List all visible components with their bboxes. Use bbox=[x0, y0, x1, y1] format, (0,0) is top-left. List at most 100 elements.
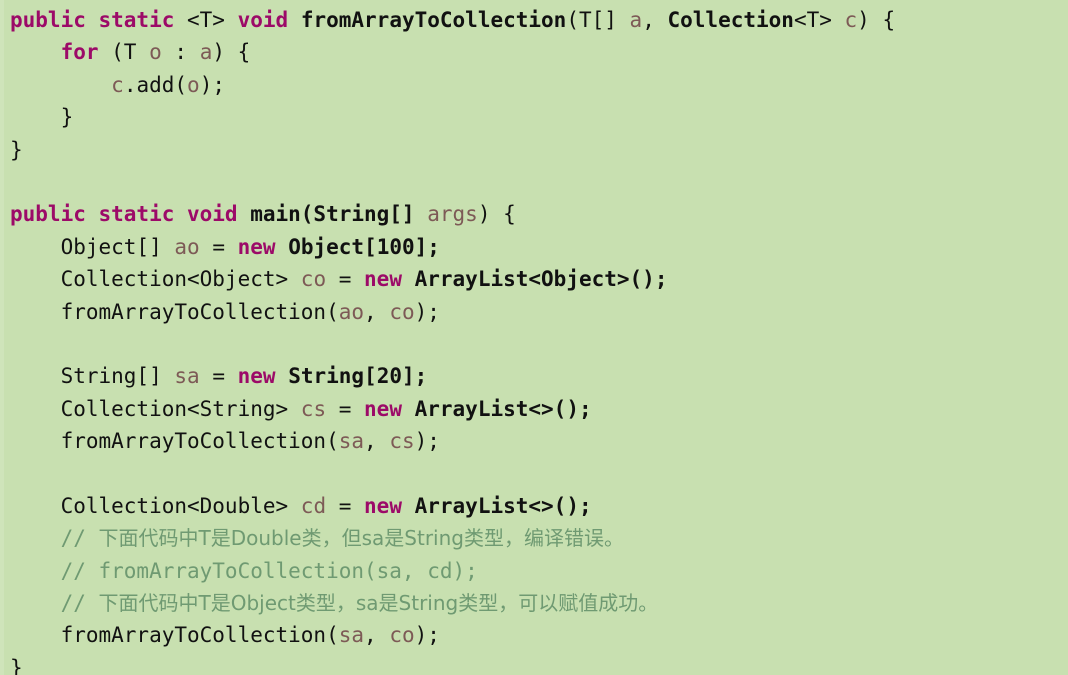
code-token: } bbox=[10, 137, 23, 162]
code-token: ao bbox=[338, 299, 365, 324]
code-line: c.add(o); bbox=[0, 69, 1068, 101]
code-token: co bbox=[389, 623, 415, 648]
code-line: fromArrayToCollection(sa, co); bbox=[0, 619, 1068, 651]
code-token: = bbox=[199, 364, 238, 389]
code-token: ArrayList<>(); bbox=[414, 396, 592, 421]
code-token: , bbox=[364, 429, 390, 454]
code-token: ); bbox=[414, 623, 440, 648]
code-token: o bbox=[149, 40, 162, 65]
code-token: // bbox=[10, 591, 99, 616]
code-line: Object[] ao = new Object[100]; bbox=[0, 231, 1068, 263]
code-token: } bbox=[10, 655, 23, 675]
code-snippet-block: public static <T> void fromArrayToCollec… bbox=[0, 0, 1068, 675]
code-token: , bbox=[642, 8, 668, 32]
code-token: 下面代码中T是Object类型，sa是String类型，可以赋值成功。 bbox=[98, 591, 659, 616]
code-token: cs bbox=[389, 429, 415, 454]
code-token: , bbox=[364, 299, 390, 324]
code-line: public static void main(String[] args) { bbox=[0, 198, 1068, 230]
code-token: sa bbox=[338, 429, 365, 454]
code-token: main(String[] bbox=[250, 202, 428, 227]
code-line: } bbox=[0, 101, 1068, 133]
code-token: <T> bbox=[793, 8, 845, 32]
code-line: } bbox=[0, 134, 1068, 166]
code-token: co bbox=[300, 267, 327, 292]
code-token: a bbox=[199, 40, 213, 65]
code-token: fromArrayToCollection( bbox=[10, 623, 339, 648]
code-token: new bbox=[364, 267, 415, 292]
code-token: Collection<String> bbox=[10, 396, 301, 421]
code-token: Object[] bbox=[10, 234, 175, 259]
code-line: fromArrayToCollection(sa, cs); bbox=[0, 425, 1068, 457]
code-line: for (T o : a) { bbox=[0, 36, 1068, 68]
code-token: void bbox=[237, 8, 301, 32]
code-token: <T> bbox=[187, 8, 238, 32]
code-token: public static void bbox=[10, 202, 251, 227]
code-token: (T bbox=[98, 40, 150, 65]
code-line: // 下面代码中T是Object类型，sa是String类型，可以赋值成功。 bbox=[0, 587, 1068, 619]
code-token: 下面代码中T是Double类，但sa是String类型，编译错误。 bbox=[98, 526, 624, 551]
code-token: a bbox=[629, 8, 643, 32]
code-token: args bbox=[427, 202, 478, 227]
code-line bbox=[0, 457, 1068, 489]
code-token: = bbox=[326, 396, 365, 421]
code-line: Collection<Object> co = new ArrayList<Ob… bbox=[0, 263, 1068, 295]
code-token: fromArrayToCollection bbox=[300, 8, 567, 32]
code-token: .add( bbox=[123, 72, 188, 97]
code-token: = bbox=[326, 267, 365, 292]
code-token: (T[] bbox=[566, 8, 630, 32]
code-token: String[] bbox=[10, 364, 175, 389]
code-token: for bbox=[60, 40, 99, 65]
code-token: cd bbox=[300, 493, 327, 518]
code-token: Object[100]; bbox=[288, 234, 440, 259]
code-line: public static <T> void fromArrayToCollec… bbox=[0, 4, 1068, 36]
code-token: sa bbox=[338, 623, 365, 648]
code-token: ArrayList<Object>(); bbox=[414, 267, 668, 292]
code-token: : bbox=[161, 40, 200, 65]
code-token: ) { bbox=[477, 202, 516, 227]
code-token: ArrayList<>(); bbox=[414, 493, 592, 518]
code-line: // 下面代码中T是Double类，但sa是String类型，编译错误。 bbox=[0, 522, 1068, 554]
code-line bbox=[0, 166, 1068, 198]
code-token: fromArrayToCollection( bbox=[10, 299, 339, 324]
code-line: Collection<Double> cd = new ArrayList<>(… bbox=[0, 490, 1068, 522]
code-token: cs bbox=[300, 396, 327, 421]
code-token: ) { bbox=[857, 8, 896, 32]
code-token: fromArrayToCollection( bbox=[10, 429, 339, 454]
code-token: = bbox=[199, 234, 238, 259]
code-token: String[20]; bbox=[288, 364, 428, 389]
code-token: new bbox=[237, 364, 289, 389]
code-token: sa bbox=[174, 364, 200, 389]
code-token: Collection<Double> bbox=[10, 493, 301, 518]
code-line: fromArrayToCollection(ao, co); bbox=[0, 296, 1068, 328]
code-token: public static bbox=[10, 8, 188, 32]
code-token: Collection bbox=[667, 8, 794, 32]
code-token: co bbox=[389, 299, 415, 324]
code-token: new bbox=[364, 493, 415, 518]
code-token: o bbox=[187, 72, 200, 97]
code-token: c bbox=[844, 8, 858, 32]
code-line bbox=[0, 328, 1068, 360]
code-token: ); bbox=[414, 429, 440, 454]
code-token: ) { bbox=[212, 40, 251, 65]
code-token: ); bbox=[414, 299, 440, 324]
code-token: ao bbox=[174, 234, 200, 259]
code-token: // fromArrayToCollection(sa, cd); bbox=[10, 558, 478, 583]
code-line: } bbox=[0, 652, 1068, 675]
code-token: = bbox=[326, 493, 365, 518]
code-token: } bbox=[10, 105, 74, 130]
code-token: Collection<Object> bbox=[10, 267, 301, 292]
code-token: c bbox=[111, 72, 124, 97]
code-line: String[] sa = new String[20]; bbox=[0, 360, 1068, 392]
code-line: Collection<String> cs = new ArrayList<>(… bbox=[0, 393, 1068, 425]
code-token: new bbox=[364, 396, 415, 421]
code-token: , bbox=[364, 623, 390, 648]
code-token: new bbox=[237, 234, 289, 259]
code-line: // fromArrayToCollection(sa, cd); bbox=[0, 555, 1068, 587]
code-token: ); bbox=[199, 72, 225, 97]
code-token: // bbox=[10, 526, 99, 551]
